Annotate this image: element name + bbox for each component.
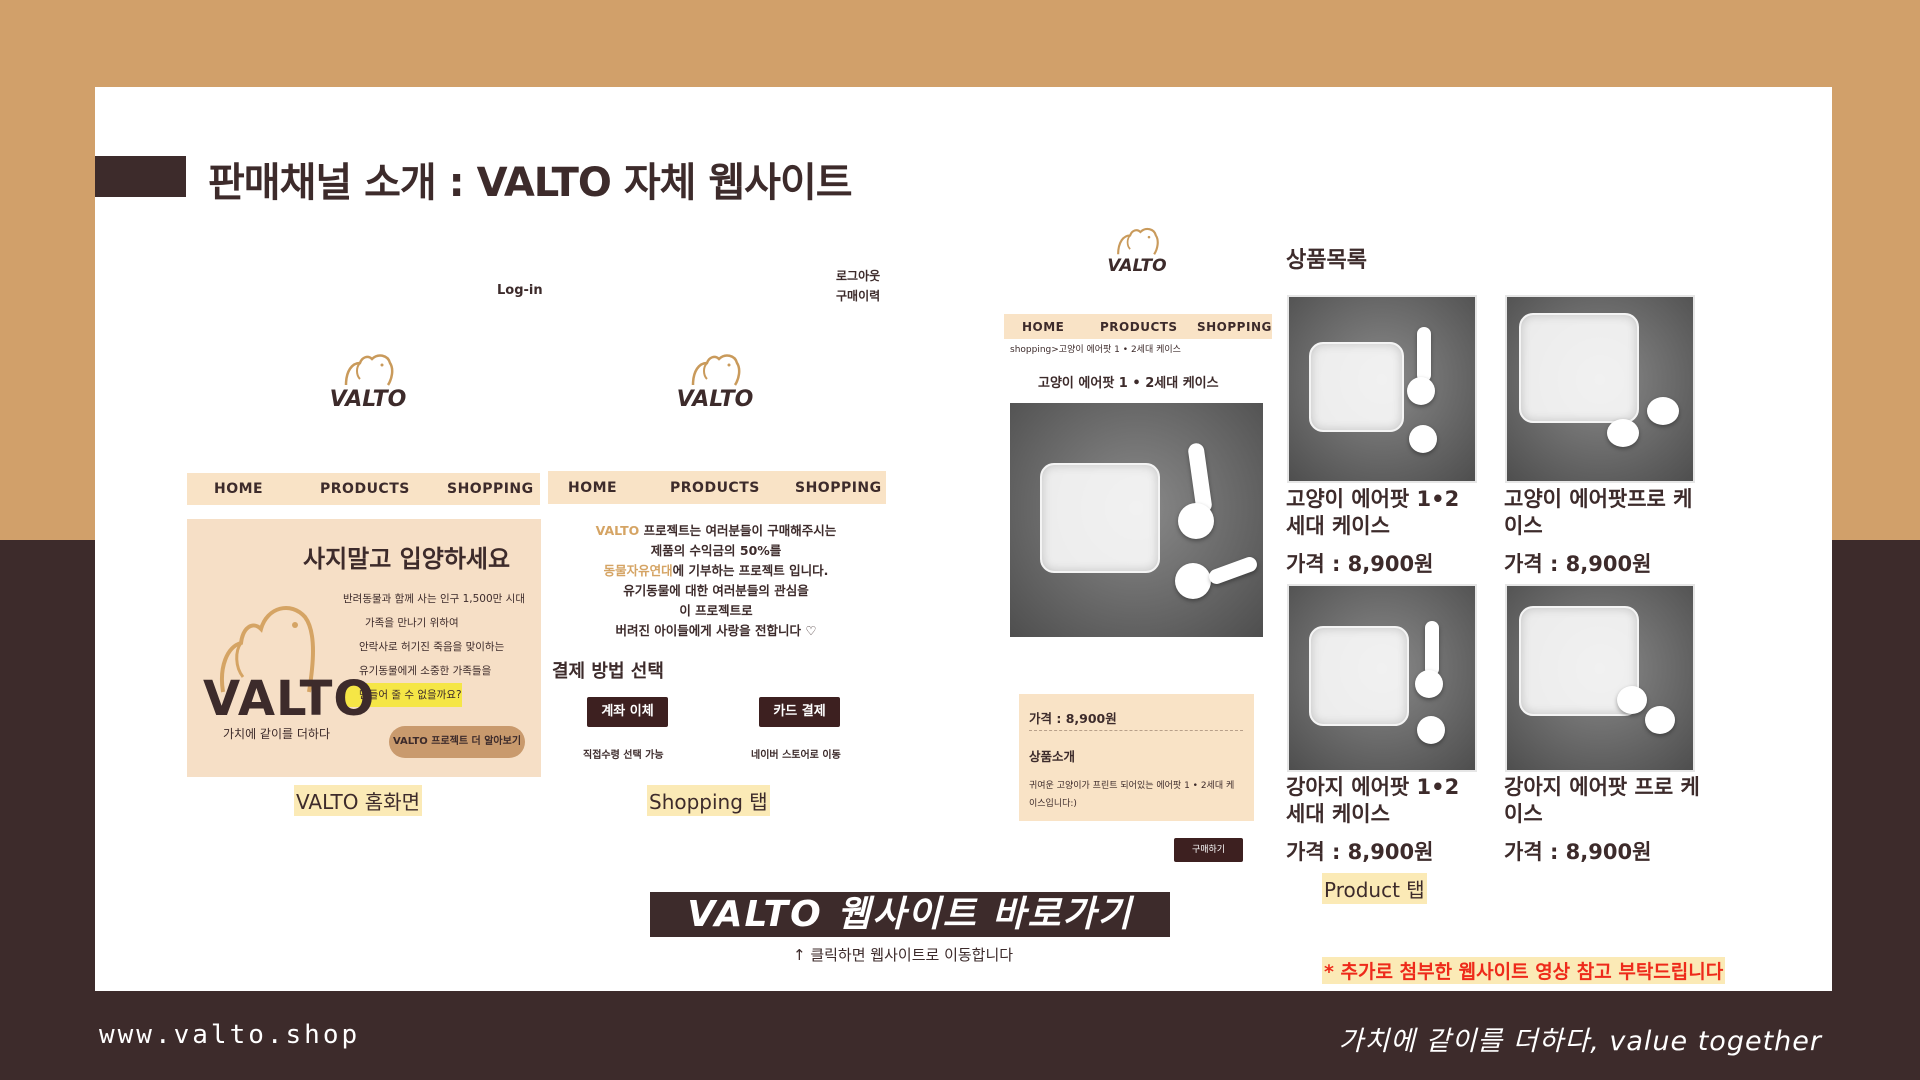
detail-product-title: 고양이 에어팟 1 • 2세대 케이스 [1038,376,1219,391]
buy-button[interactable]: 구매하기 [1174,838,1243,862]
intro-line: 유기동물에 대한 여러분들의 관심을 [623,583,809,598]
logo-text: VALTO [329,387,407,412]
login-link[interactable]: Log-in [497,283,543,298]
footer-tagline: 가치에 같이를 더하다, value together [1338,1026,1822,1057]
title-accent-bar [95,156,186,197]
product-price: 가격 : 8,900원 [1504,840,1652,864]
airpod-pro-icon [1647,397,1679,425]
card-payment-note: 네이버 스토어로 이동 [751,750,841,761]
airpods-case-icon [1040,463,1160,573]
page-title: 판매채널 소개 : VALTO 자체 웹사이트 [208,160,853,206]
airpod-pro-icon [1607,419,1639,447]
valto-logo[interactable]: VALTO [1087,220,1187,276]
shopping-caption: Shopping 탭 [647,785,770,816]
home-nav-bar: HOME PRODUCTS SHOPPING [187,473,540,505]
nav-home[interactable]: HOME [1022,320,1064,334]
banner-slogan: 가치에 같이를 더하다 [223,727,330,741]
product-image-cat-pro[interactable] [1505,295,1695,483]
product-name[interactable]: 고양이 에어팟프로 케이스 [1504,486,1704,540]
banner-line: 가족을 만나기 위하여 [365,617,459,629]
product-price: 가격 : 8,900원 [1286,840,1434,864]
dog-cat-logo-icon [344,354,394,386]
product-image-dog-1-2[interactable] [1287,584,1477,772]
product-name[interactable]: 강아지 에어팟 1•2 세대 케이스 [1286,774,1476,828]
shortcut-hint: ↑ 클릭하면 웹사이트로 이동합니다 [793,946,1014,964]
dog-cat-logo-icon [691,354,741,386]
airpod-stem-icon [1417,327,1431,382]
account-links: 로그아웃 구매이력 [836,266,880,306]
valto-logo[interactable]: VALTO [318,345,418,412]
detail-info-box: 가격 : 8,900원 상품소개 귀여운 고양이가 프린트 되어있는 에어팟 1… [1019,694,1254,821]
nav-home[interactable]: HOME [214,481,263,497]
product-price: 가격 : 8,900원 [1286,552,1434,576]
nav-shopping[interactable]: SHOPPING [795,480,882,496]
nav-products[interactable]: PRODUCTS [320,481,410,497]
purchase-history-link[interactable]: 구매이력 [836,286,880,306]
airpods-case-icon [1309,342,1404,432]
logo-text: VALTO [676,387,754,412]
intro-line: 프로젝트는 여러분들이 구매해주시는 [643,523,837,538]
airpod-icon [1178,503,1214,539]
airpod-icon [1407,377,1435,405]
banner-brand: VALTO [203,671,376,727]
home-banner: 사지말고 입양하세요 반려동물과 함께 사는 인구 1,500만 시대 가족을 … [187,519,541,777]
intro-line: 이 프로젝트로 [679,603,753,618]
banner-line: 반려동물과 함께 사는 인구 1,500만 시대 [343,593,525,605]
intro-line: 버려진 아이들에게 사랑을 전합니다 ♡ [615,623,817,638]
airpod-stem-icon [1206,554,1260,587]
valto-logo[interactable]: VALTO [665,345,765,412]
detail-product-image [1010,403,1263,637]
product-price: 가격 : 8,900원 [1504,552,1652,576]
intro-org: 동물자유연대 [603,563,673,578]
nav-shopping[interactable]: SHOPPING [1197,320,1272,334]
divider [1029,730,1243,731]
airpod-icon [1417,716,1445,744]
website-shortcut-button[interactable]: VALTO 웹사이트 바로가기 [650,892,1170,937]
airpod-icon [1409,425,1437,453]
detail-nav-bar: HOME PRODUCTS SHOPPING [1004,314,1272,339]
nav-products[interactable]: PRODUCTS [1100,320,1178,334]
logo-text: VALTO [1107,256,1167,276]
nav-products[interactable]: PRODUCTS [670,480,760,496]
banner-line: 안락사로 허기진 죽음을 맞이하는 [359,641,505,653]
shopping-nav-bar: HOME PRODUCTS SHOPPING [548,471,886,504]
detail-price: 가격 : 8,900원 [1029,711,1117,726]
product-name[interactable]: 고양이 에어팟 1•2 세대 케이스 [1286,486,1476,540]
notice-text: * 추가로 첨부한 웹사이트 영상 참고 부탁드립니다 [1322,957,1726,984]
banner-headline: 사지말고 입양하세요 [303,545,511,573]
intro-brand: VALTO [595,523,640,538]
airpods-pro-case-icon [1519,313,1639,423]
product-list-title: 상품목록 [1286,248,1367,273]
intro-text: 귀여운 고양이가 프린트 되어있는 에어팟 1 • 2세대 케이스입니다:) [1029,781,1235,809]
nav-home[interactable]: HOME [568,480,617,496]
product-name[interactable]: 강아지 에어팟 프로 케이스 [1504,774,1704,828]
bank-transfer-button[interactable]: 계좌 이체 [587,697,668,727]
shopping-intro: VALTO 프로젝트는 여러분들이 구매해주시는 제품의 수익금의 50%를 동… [556,521,876,641]
airpod-stem-icon [1425,621,1439,676]
intro-line: 제품의 수익금의 50%를 [650,543,782,558]
logout-link[interactable]: 로그아웃 [836,266,880,286]
nav-shopping[interactable]: SHOPPING [447,481,534,497]
banner-cta-button[interactable]: VALTO 프로젝트 더 알아보기 [389,726,525,758]
footer-url[interactable]: www.valto.shop [99,1020,360,1050]
dog-cat-logo-icon [1117,227,1159,255]
airpod-icon [1175,563,1211,599]
breadcrumb[interactable]: shopping>고양이 에어팟 1 • 2세대 케이스 [1010,342,1181,355]
airpods-case-icon [1309,626,1409,726]
home-caption: VALTO 홈화면 [294,785,422,816]
intro-line: 에 기부하는 프로젝트 입니다. [672,563,829,578]
airpod-pro-icon [1645,706,1675,734]
payment-title: 결제 방법 선택 [552,661,664,682]
card-payment-button[interactable]: 카드 결제 [759,697,840,727]
product-image-dog-pro[interactable] [1505,584,1695,772]
product-image-cat-1-2[interactable] [1287,295,1477,483]
airpod-pro-icon [1617,686,1647,714]
airpod-icon [1415,670,1443,698]
intro-title: 상품소개 [1029,749,1076,764]
product-caption: Product 탭 [1322,873,1427,904]
bank-transfer-note: 직접수령 선택 가능 [583,750,664,761]
